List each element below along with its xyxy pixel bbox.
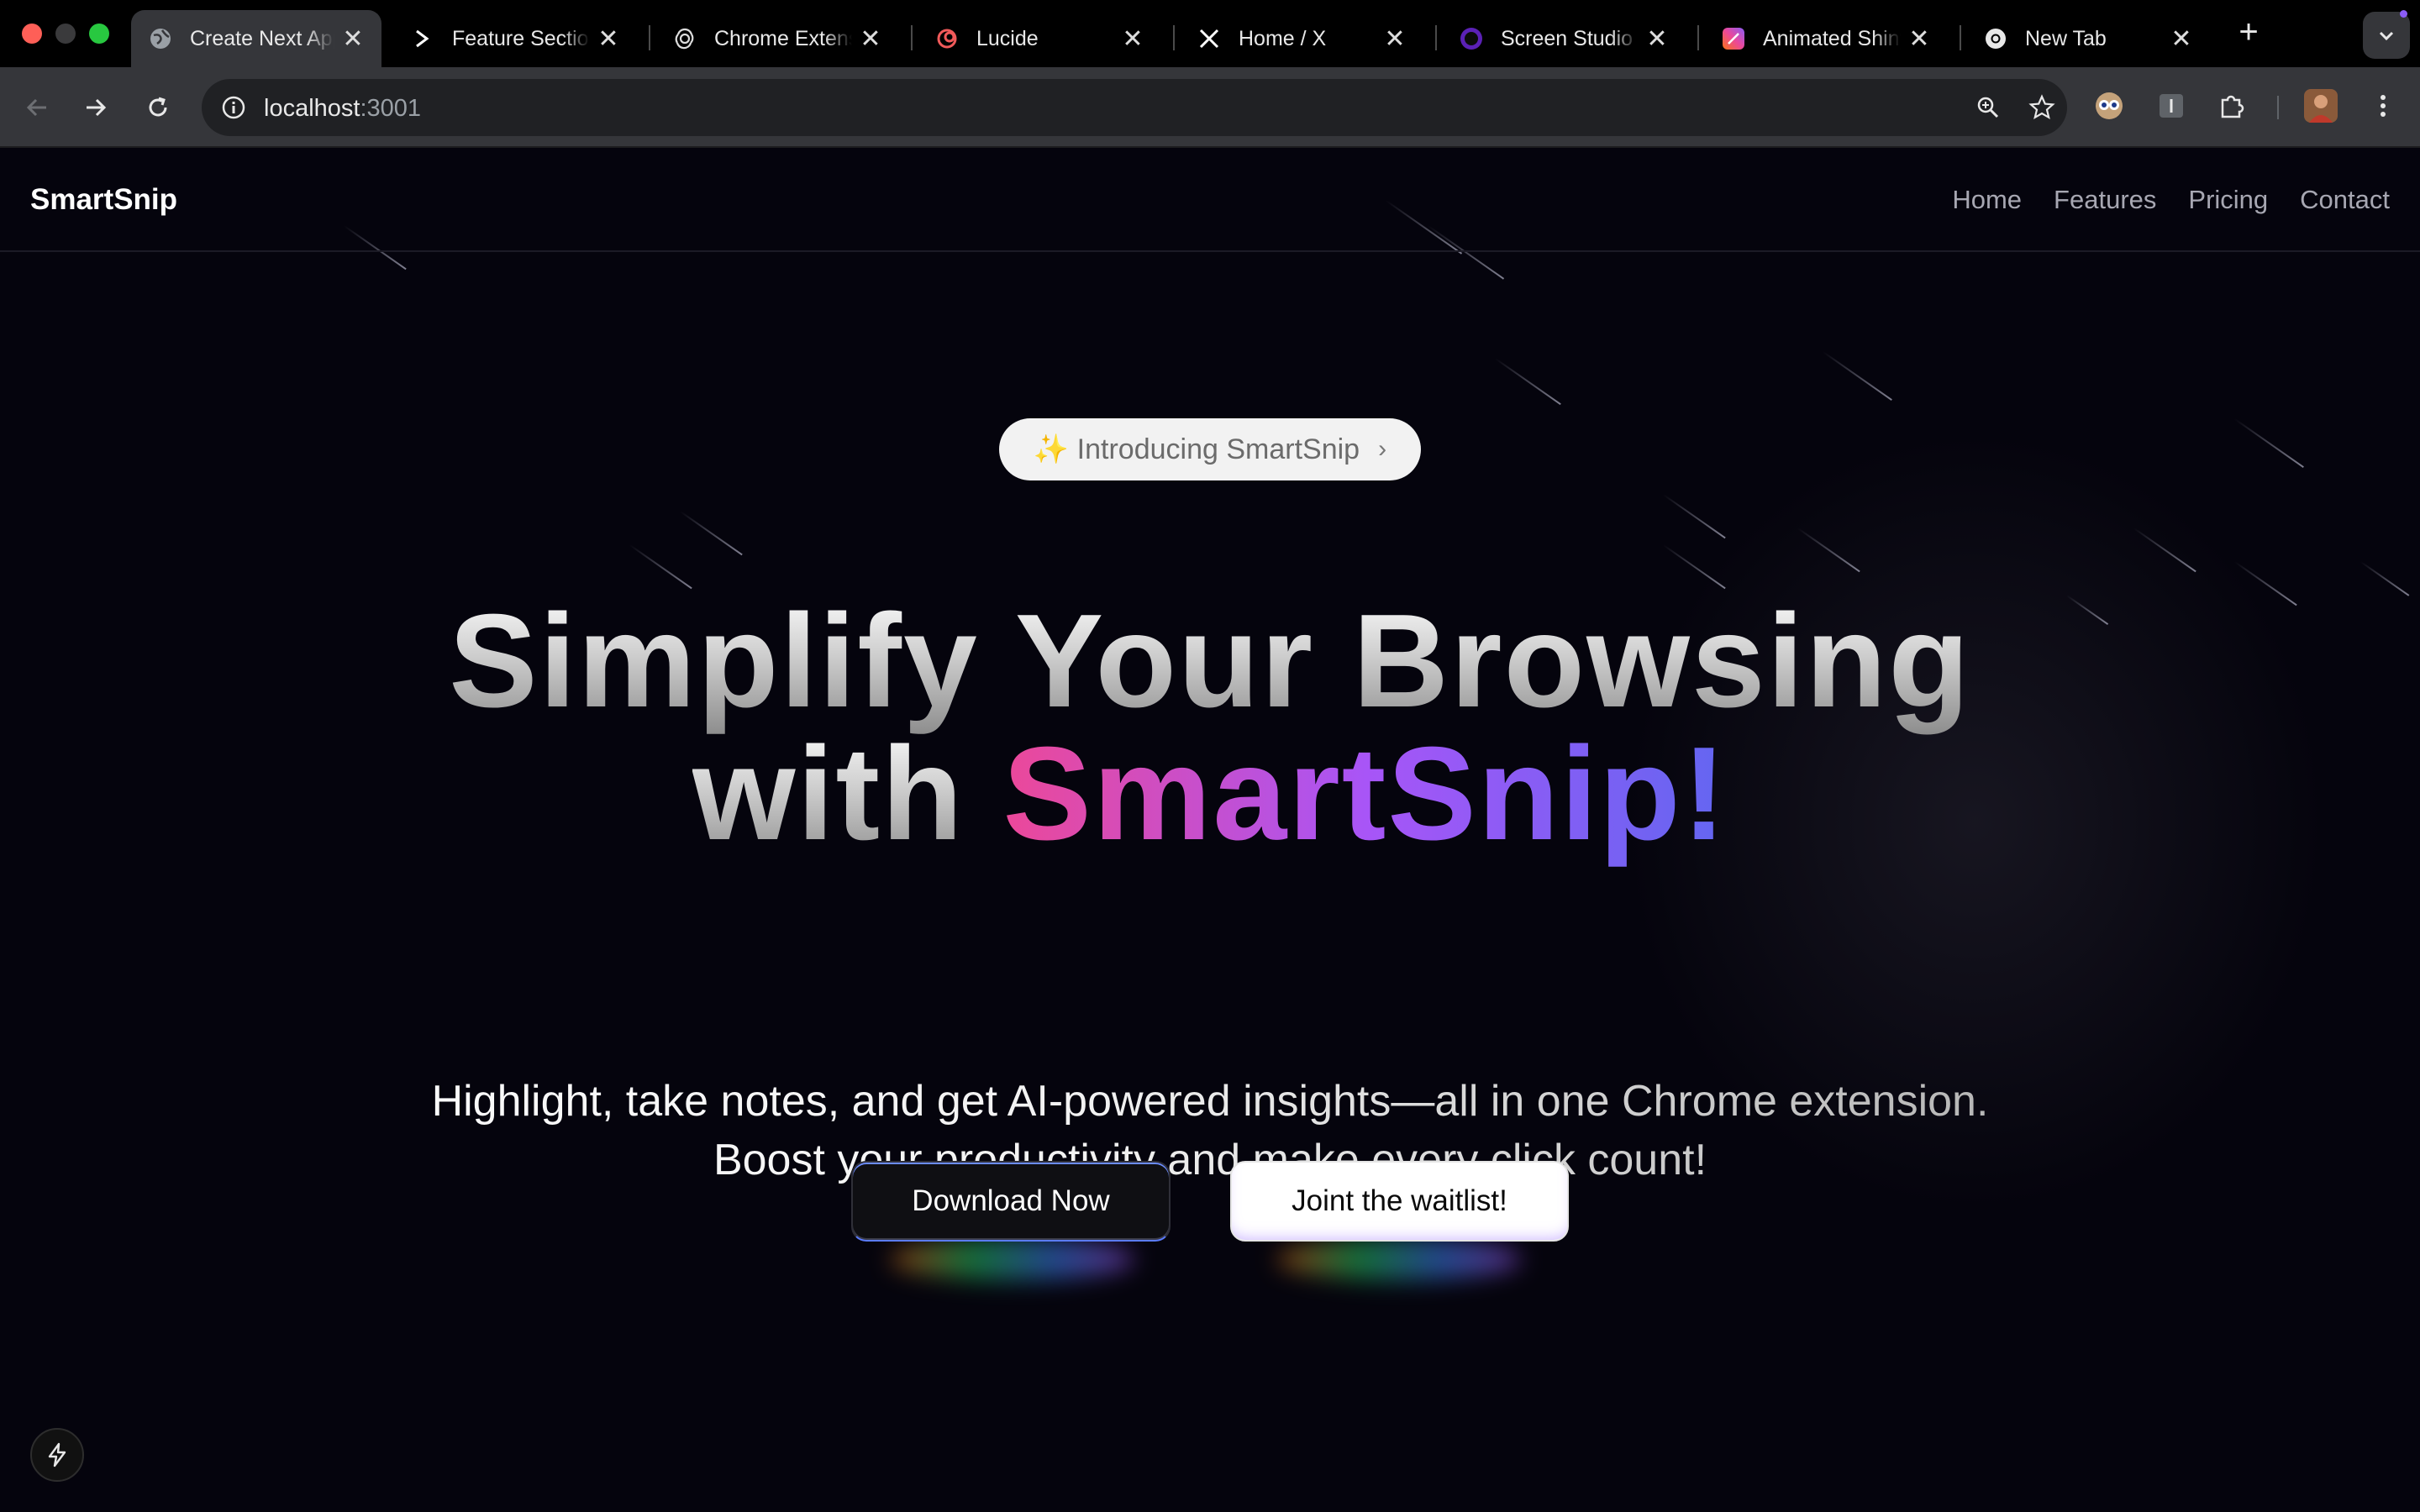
url-port: :3001 [360,95,422,122]
close-tab-icon[interactable]: ✕ [2170,25,2193,53]
tab-separator [1173,25,1175,50]
download-now-button[interactable]: Download Now [851,1161,1171,1242]
url-text: localhost:3001 [264,95,421,123]
maximize-window-button[interactable] [89,24,109,44]
arrow-right-icon [87,98,107,117]
meteor-streak [1822,351,1892,401]
tab-home-x[interactable]: Home / X ✕ [1180,10,1423,67]
nav-link-features[interactable]: Features [2054,185,2156,215]
close-tab-icon[interactable]: ✕ [1121,25,1144,53]
url-host: localhost [264,95,360,122]
tab-search-button[interactable] [2363,12,2410,59]
chevron-right-icon: › [1378,435,1387,463]
tab-chrome-extension[interactable]: Chrome Extension ✕ [655,10,899,67]
openai-icon [672,26,697,51]
subtitle-line-1: Highlight, take notes, and get AI-powere… [431,1077,1989,1126]
tab-title: Screen Studio [1501,26,1634,50]
profile-avatar[interactable] [2302,87,2339,124]
lightning-bolt-icon [48,1442,66,1467]
site-navbar: SmartSnip Home Features Pricing Contact [0,150,2420,252]
meteor-streak [1494,358,1561,406]
tab-separator [1697,25,1699,50]
headline-brand: SmartSnip! [1002,720,1728,868]
tab-separator [1435,25,1437,50]
button-glow [1277,1238,1521,1280]
tab-animated-shiny[interactable]: Animated Shiny ✕ [1704,10,1948,67]
new-tab-button[interactable]: + [2232,15,2265,49]
chevron-right-icon [410,26,435,51]
site-logo[interactable]: SmartSnip [30,183,177,217]
screen-studio-icon [1459,26,1484,51]
minimize-window-button[interactable] [55,24,76,44]
forward-button[interactable] [76,87,116,128]
site-info-icon[interactable] [217,91,250,124]
lucide-icon [934,26,960,51]
hero-headline: Simplify Your Browsing with SmartSnip! [0,595,2420,860]
tab-title: Create Next App [190,26,334,50]
close-tab-icon[interactable]: ✕ [1383,25,1407,53]
bookmark-star-icon[interactable] [2025,91,2059,124]
tab-new-tab[interactable]: New Tab ✕ [1966,10,2210,67]
tab-title: Lucide [976,26,1039,50]
tab-separator [1960,25,1961,50]
button-glow [891,1238,1134,1280]
page-viewport: SmartSnip Home Features Pricing Contact … [0,150,2420,1512]
tab-lucide[interactable]: Lucide ✕ [918,10,1161,67]
tab-title: Animated Shiny [1763,26,1901,50]
tab-screen-studio[interactable]: Screen Studio ✕ [1442,10,1686,67]
tab-strip: Create Next App ✕ Feature Sections ✕ Chr… [0,0,2420,67]
address-bar[interactable]: localhost:3001 [202,79,2067,136]
tab-title: Feature Sections [452,26,590,50]
tab-title: Chrome Extension [714,26,852,50]
headline-with: with [692,720,1003,868]
chevron-down-icon [2379,31,2394,41]
nav-link-pricing[interactable]: Pricing [2188,185,2268,215]
meteor-streak [679,511,743,556]
gradient-app-icon [1721,26,1746,51]
close-tab-icon[interactable]: ✕ [1645,25,1669,53]
extensions-puzzle-icon[interactable] [2213,87,2250,124]
nav-link-contact[interactable]: Contact [2300,185,2390,215]
tab-separator [649,25,650,50]
nav-link-home[interactable]: Home [1952,185,2022,215]
notification-dot [2400,10,2407,18]
intro-badge-label: ✨ Introducing SmartSnip [1033,433,1360,465]
headline-line-1: Simplify Your Browsing [449,587,1971,735]
arrow-left-icon [26,98,46,117]
extension-eyes-icon[interactable] [2091,87,2128,124]
globe-icon [148,26,173,51]
tab-feature-sections[interactable]: Feature Sections ✕ [393,10,637,67]
intro-badge[interactable]: ✨ Introducing SmartSnip › [999,418,1421,480]
chrome-icon [1983,26,2008,51]
meteor-streak [2360,561,2410,596]
menu-kebab-icon[interactable] [2365,87,2402,124]
tab-title: New Tab [2025,26,2107,50]
join-waitlist-button[interactable]: Joint the waitlist! [1230,1161,1569,1242]
close-tab-icon[interactable]: ✕ [859,25,882,53]
hero-subtitle: Highlight, take notes, and get AI-powere… [0,1072,2420,1189]
tab-separator [911,25,913,50]
tab-title: Home / X [1239,26,1327,50]
close-tab-icon[interactable]: ✕ [341,25,365,53]
toolbar-separator [2277,96,2279,119]
reload-button[interactable] [138,87,178,128]
extension-i-icon[interactable] [2153,87,2190,124]
nav-links: Home Features Pricing Contact [1952,185,2390,215]
x-logo-icon [1197,26,1222,51]
next-dev-tools-button[interactable] [30,1428,84,1482]
close-window-button[interactable] [22,24,42,44]
meteor-streak [629,544,692,590]
reload-icon [149,97,167,117]
tab-create-next-app[interactable]: Create Next App ✕ [131,10,381,67]
close-tab-icon[interactable]: ✕ [1907,25,1931,53]
close-tab-icon[interactable]: ✕ [597,25,620,53]
back-button[interactable] [17,87,57,128]
zoom-icon[interactable] [1971,91,2005,124]
browser-toolbar: localhost:3001 [0,67,2420,148]
